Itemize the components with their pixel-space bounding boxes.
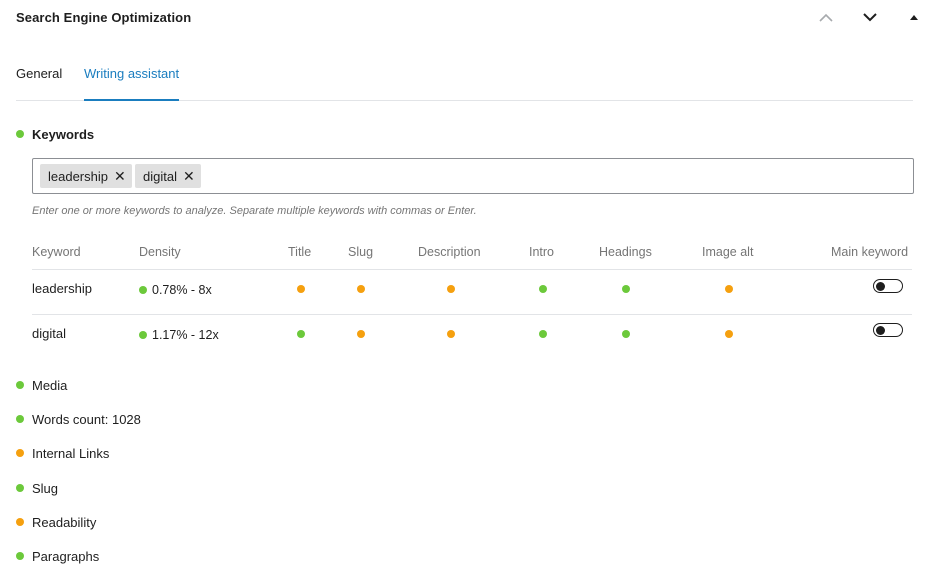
keywords-hint: Enter one or more keywords to analyze. S… [32,205,477,217]
check-label: Readability [32,514,97,530]
remove-keyword-icon[interactable]: ✕ [114,169,126,183]
caret-up-icon [909,14,919,21]
keyword-tag-label: digital [143,168,177,184]
description-status-icon [447,285,455,293]
check-item-words-count: Words count: 1028 [16,410,141,428]
status-warning-icon [16,449,24,457]
row-divider [32,314,912,315]
density-status-icon [139,286,147,294]
keywords-section-header: Keywords [16,125,94,143]
density-cell: 0.78% - 8x [139,283,212,297]
row-divider [32,269,912,270]
density-value: 0.78% - 8x [152,283,212,297]
check-label: Paragraphs [32,548,100,564]
slug-status-icon [357,330,365,338]
headings-status-icon [622,330,630,338]
density-cell: 1.17% - 12x [139,328,219,342]
intro-status-icon [539,330,547,338]
keyword-tag: leadership ✕ [40,164,132,188]
title-status-icon [297,285,305,293]
check-label: Media [32,377,68,393]
main-keyword-toggle[interactable] [873,323,903,337]
column-header-description: Description [418,245,481,259]
column-header-headings: Headings [599,245,652,259]
column-header-density: Density [139,245,181,259]
title-status-icon [297,330,305,338]
move-up-button[interactable] [816,9,836,25]
image-alt-status-icon [725,285,733,293]
check-item-readability: Readability [16,513,96,531]
check-item-internal-links: Internal Links [16,444,109,462]
density-status-icon [139,331,147,339]
headings-status-icon [622,285,630,293]
tab-general[interactable]: General [16,66,62,99]
slug-status-icon [357,285,365,293]
main-keyword-toggle[interactable] [873,279,903,293]
panel-title: Search Engine Optimization [16,10,192,25]
image-alt-status-icon [725,330,733,338]
chevron-down-icon [863,12,877,22]
toggle-panel-button[interactable] [904,9,924,25]
tab-writing-assistant[interactable]: Writing assistant [84,66,180,101]
check-label: Words count: 1028 [32,411,141,427]
tab-bar: General Writing assistant [16,60,913,101]
move-down-button[interactable] [860,9,880,25]
keywords-heading: Keywords [32,126,95,142]
keyword-tag-label: leadership [48,168,108,184]
status-good-icon [16,130,24,138]
chevron-up-icon [819,13,833,22]
check-label: Internal Links [32,445,110,461]
remove-keyword-icon[interactable]: ✕ [183,169,195,183]
description-status-icon [447,330,455,338]
column-header-image-alt: Image alt [702,245,754,259]
column-header-slug: Slug [348,245,374,259]
keyword-cell: leadership [32,281,92,296]
intro-status-icon [539,285,547,293]
check-item-media: Media [16,376,67,394]
check-label: Slug [32,480,59,496]
keywords-input[interactable]: leadership ✕ digital ✕ [32,158,914,194]
status-good-icon [16,552,24,560]
status-good-icon [16,415,24,423]
density-value: 1.17% - 12x [152,328,219,342]
status-good-icon [16,381,24,389]
check-item-paragraphs: Paragraphs [16,547,99,565]
keyword-tag: digital ✕ [135,164,201,188]
keyword-cell: digital [32,326,66,341]
status-warning-icon [16,518,24,526]
column-header-title: Title [288,245,312,259]
status-good-icon [16,484,24,492]
check-item-slug: Slug [16,479,58,497]
toggle-knob [876,325,885,335]
toggle-knob [876,281,885,291]
column-header-keyword: Keyword [32,245,81,259]
column-header-main-keyword: Main keyword [831,245,909,259]
column-header-intro: Intro [529,245,555,259]
